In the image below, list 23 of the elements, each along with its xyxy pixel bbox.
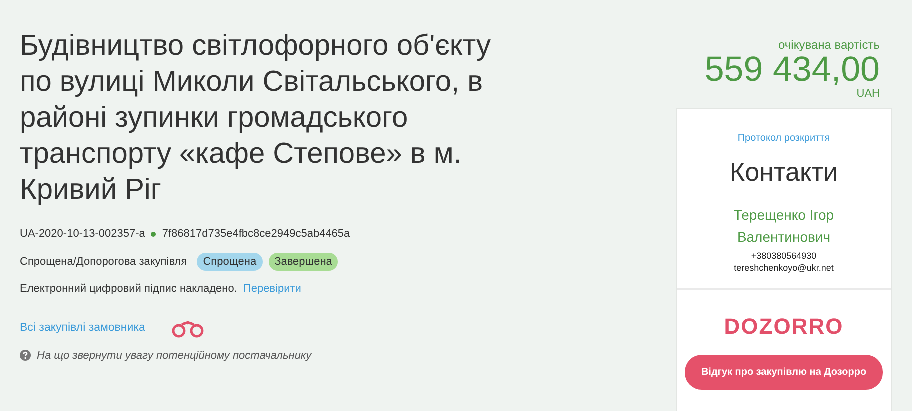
- signature-text: Електронний цифровий підпис накладено.: [20, 282, 238, 297]
- procedure-type: Спрощена/Допорогова закупівля: [20, 254, 188, 270]
- status-tag: Спрощена: [197, 252, 263, 271]
- contacts-heading: Контакти: [728, 156, 840, 189]
- tender-id: UA-2020-10-13-002357-a: [20, 227, 146, 242]
- contact-phone: +380380564930: [750, 250, 818, 262]
- handcuffs-icon: [171, 320, 206, 338]
- price-amount: 559 434,00: [704, 52, 880, 88]
- dozorro-review-button[interactable]: Відгук про закупівлю на Дозорро: [685, 355, 883, 390]
- protocol-link[interactable]: Протокол розкриття: [738, 133, 830, 144]
- help-icon: [20, 350, 31, 362]
- currency-label: UAH: [856, 88, 880, 100]
- dozorro-logo: DOZORRO: [724, 313, 844, 341]
- hint-text: На що звернути увагу потенційному постачальнику: [37, 348, 312, 364]
- price-label: очікувана вартість: [778, 38, 880, 52]
- tender-title: Будівництво світлофорного об'єкту по вулиці Миколи Світальського, в районі зупинки громадського транспорту «кафе Степове» в м. Кривий Ріг: [20, 29, 492, 208]
- contact-email: tereshchenkoyo@ukr.net: [733, 262, 835, 274]
- dot-icon: [151, 232, 156, 237]
- tender-hash: 7f86817d735e4fbc8ce2949c5ab4465a: [162, 227, 350, 242]
- contact-name: Терещенко Ігор Валентинович: [732, 206, 836, 247]
- status-tag: Завершена: [268, 252, 338, 271]
- all-purchases-link[interactable]: Всі закупівлі замовника: [20, 320, 146, 338]
- verify-link[interactable]: Перевірити: [243, 281, 302, 298]
